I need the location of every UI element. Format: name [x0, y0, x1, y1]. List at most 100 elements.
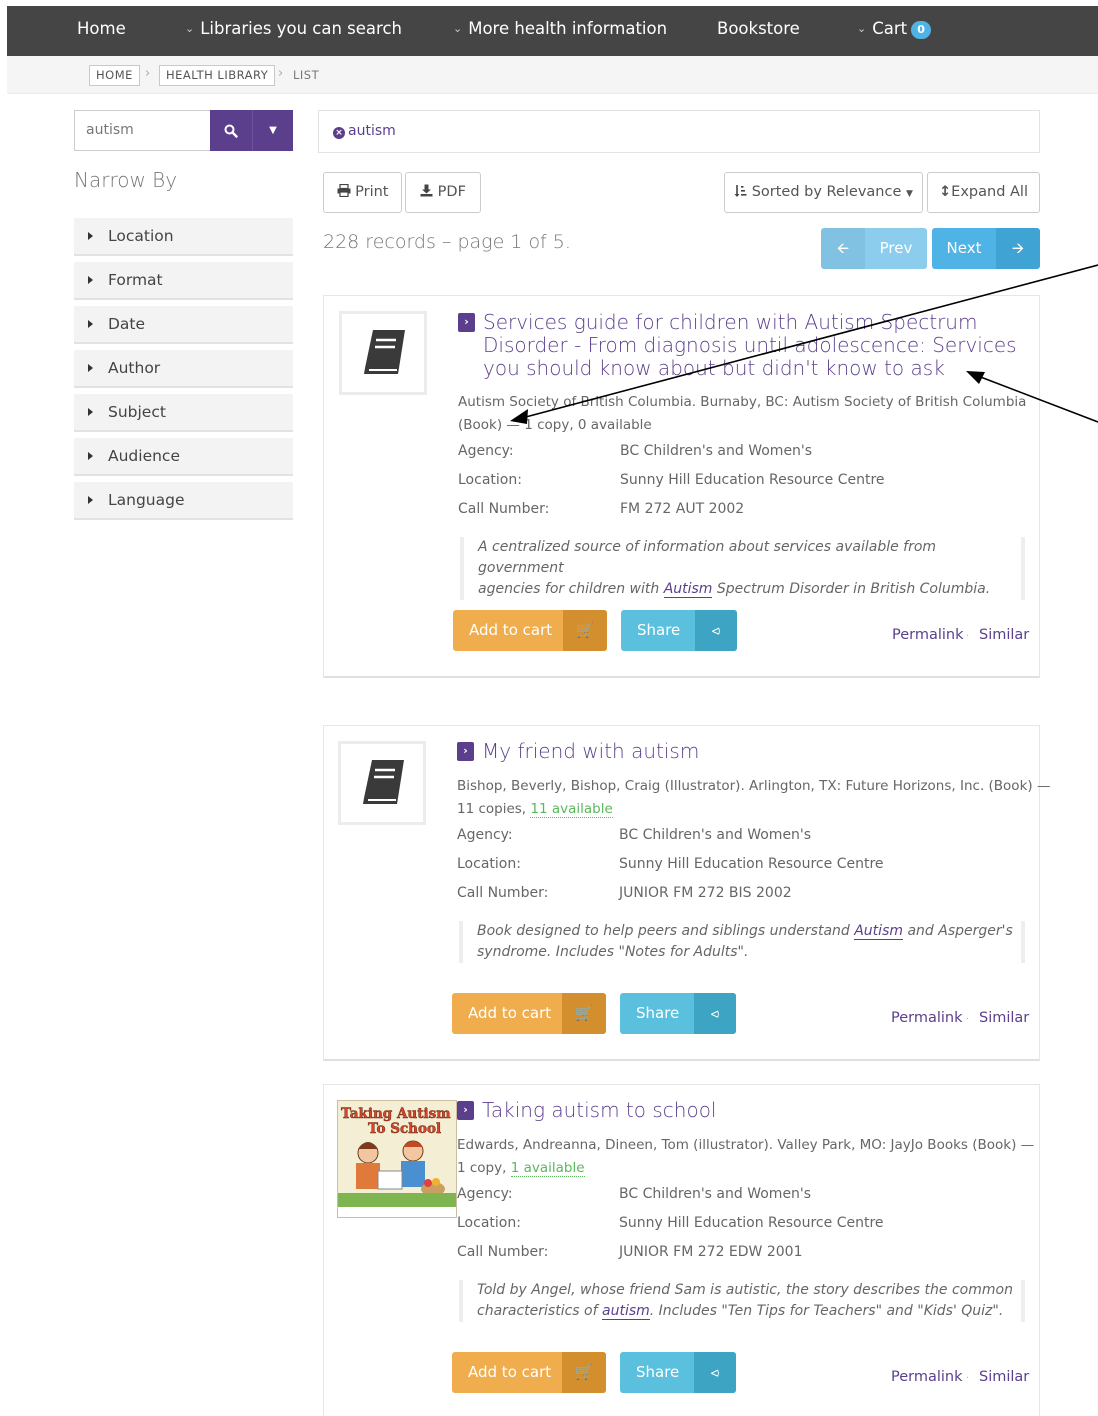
facet-audience[interactable]: Audience — [74, 438, 293, 476]
narrow-by-heading: Narrow By — [74, 168, 178, 192]
cart-icon: 🛒 — [562, 1352, 606, 1393]
result-title-link[interactable]: Taking autism to school — [482, 1099, 716, 1122]
share-label: Share — [637, 621, 681, 639]
sort-dropdown[interactable]: Sorted by Relevance ▼ — [724, 172, 923, 213]
result-title-link[interactable]: Services guide for children with Autism … — [483, 311, 1017, 380]
location-value: Sunny Hill Education Resource Centre — [619, 1215, 884, 1231]
facet-label: Location — [108, 227, 174, 245]
result-meta-line: Bishop, Beverly, Bishop, Craig (Illustra… — [457, 778, 1051, 794]
breadcrumb: HOME › HEALTH LIBRARY › LIST — [7, 56, 1098, 94]
location-label: Location: — [457, 856, 521, 872]
location-label: Location: — [457, 1215, 521, 1231]
similar-link[interactable]: Similar — [979, 1369, 1029, 1385]
nav-libraries-label: Libraries you can search — [200, 19, 402, 38]
sort-label: Sorted by Relevance — [751, 184, 902, 200]
remove-term-icon[interactable]: × — [333, 127, 345, 139]
agency-label: Agency: — [458, 443, 514, 459]
similar-link[interactable]: Similar — [979, 1010, 1029, 1026]
call-number-value: FM 272 AUT 2002 — [620, 501, 745, 517]
active-search-terms: × autism — [318, 110, 1040, 153]
summary-line: Told by Angel, whose friend Sam is autis… — [477, 1282, 1013, 1298]
location-label: Location: — [458, 472, 522, 488]
share-button[interactable]: Share ⪦ — [620, 993, 736, 1034]
breadcrumb-health-library[interactable]: HEALTH LIBRARY — [159, 65, 276, 86]
print-button[interactable]: Print — [323, 172, 402, 213]
share-button[interactable]: Share ⪦ — [621, 610, 737, 651]
add-to-cart-label: Add to cart — [469, 621, 553, 639]
availability-link[interactable]: 1 available — [510, 1160, 585, 1177]
share-button[interactable]: Share ⪦ — [620, 1352, 736, 1393]
prev-page-button[interactable]: 🡨 Prev — [821, 228, 927, 269]
nav-more-health-label: More health information — [468, 19, 668, 38]
result-title-link[interactable]: My friend with autism — [482, 740, 699, 763]
caret-right-icon — [88, 232, 93, 240]
add-to-cart-label: Add to cart — [468, 1004, 552, 1022]
add-to-cart-button[interactable]: Add to cart 🛒 — [453, 610, 607, 651]
expand-record-icon[interactable]: › — [457, 1101, 474, 1120]
expand-record-icon[interactable]: › — [457, 742, 474, 761]
prev-label: Prev — [865, 228, 927, 269]
facet-date[interactable]: Date — [74, 306, 293, 344]
arrow-left-icon: 🡨 — [821, 228, 865, 269]
book-format-thumbnail[interactable] — [338, 741, 426, 825]
caret-right-icon — [88, 276, 93, 284]
book-cover-image[interactable]: Taking Autism To School — [337, 1100, 457, 1218]
result-metadata: Edwards, Andreanna, Dineen, Tom (illustr… — [457, 1134, 1034, 1180]
nav-home[interactable]: Home — [77, 6, 126, 56]
facet-label: Subject — [108, 403, 166, 421]
search-button[interactable] — [210, 110, 252, 151]
print-label: Print — [355, 184, 389, 200]
facet-label: Date — [108, 315, 146, 333]
similar-link[interactable]: Similar — [979, 627, 1029, 643]
breadcrumb-home[interactable]: HOME — [89, 65, 140, 86]
separator-dot: · — [966, 1373, 970, 1384]
book-cover-illustration: Taking Autism To School — [338, 1101, 456, 1217]
book-icon — [364, 330, 405, 374]
nav-libraries[interactable]: ⌄ Libraries you can search — [185, 6, 402, 56]
agency-label: Agency: — [457, 1186, 513, 1202]
record-count: 228 records – page 1 of 5. — [323, 231, 571, 253]
summary-text: characteristics of — [477, 1303, 602, 1319]
result-meta-line: 11 copies, 11 available — [457, 798, 1050, 821]
download-icon — [420, 184, 433, 197]
facet-subject[interactable]: Subject — [74, 394, 293, 432]
permalink-link[interactable]: Permalink — [892, 627, 964, 643]
search-input[interactable]: autism — [74, 110, 211, 151]
facet-location[interactable]: Location — [74, 218, 293, 256]
cart-icon: 🛒 — [563, 610, 607, 651]
expand-record-icon[interactable]: › — [458, 313, 475, 332]
add-to-cart-button[interactable]: Add to cart 🛒 — [452, 993, 606, 1034]
nav-bookstore[interactable]: Bookstore — [717, 6, 800, 56]
facet-language[interactable]: Language — [74, 482, 293, 520]
cart-count-badge: 0 — [911, 21, 932, 39]
agency-label: Agency: — [457, 827, 513, 843]
expand-all-label: Expand All — [951, 184, 1028, 200]
summary-search-term: Autism — [663, 581, 713, 598]
result-title-line: Taking autism to school — [482, 1098, 717, 1122]
book-format-thumbnail[interactable] — [339, 311, 427, 395]
search-options-dropdown[interactable]: ▼ — [252, 110, 293, 151]
summary-search-term: autism — [602, 1303, 650, 1320]
facet-author[interactable]: Author — [74, 350, 293, 388]
result-meta-line: Edwards, Andreanna, Dineen, Tom (illustr… — [457, 1137, 1035, 1153]
top-navigation-bar: Home ⌄ Libraries you can search ⌄ More hea… — [7, 6, 1098, 56]
call-number-value: JUNIOR FM 272 BIS 2002 — [619, 885, 792, 901]
summary-line: agencies for children with Autism Spectr… — [478, 579, 1021, 600]
facet-label: Audience — [108, 447, 180, 465]
facet-format[interactable]: Format — [74, 262, 293, 300]
expand-all-button[interactable]: ↕Expand All — [927, 172, 1040, 213]
permalink-link[interactable]: Permalink — [891, 1010, 963, 1026]
add-to-cart-button[interactable]: Add to cart 🛒 — [452, 1352, 606, 1393]
availability-link[interactable]: 11 available — [530, 801, 613, 818]
permalink-link[interactable]: Permalink — [891, 1369, 963, 1385]
facet-label: Author — [108, 359, 161, 377]
search-term-chip[interactable]: × autism — [333, 123, 396, 139]
result-metadata: Autism Society of British Columbia. Burn… — [458, 391, 1026, 437]
nav-more-health[interactable]: ⌄ More health information — [453, 6, 667, 56]
nav-cart[interactable]: ⌄ Cart 0 — [857, 6, 932, 56]
result-metadata: Bishop, Beverly, Bishop, Craig (Illustra… — [457, 775, 1050, 821]
expand-vertical-icon: ↕ — [939, 184, 952, 200]
result-summary: A centralized source of information abou… — [460, 537, 1025, 600]
next-page-button[interactable]: Next 🡪 — [932, 228, 1040, 269]
pdf-button[interactable]: PDF — [405, 172, 481, 213]
